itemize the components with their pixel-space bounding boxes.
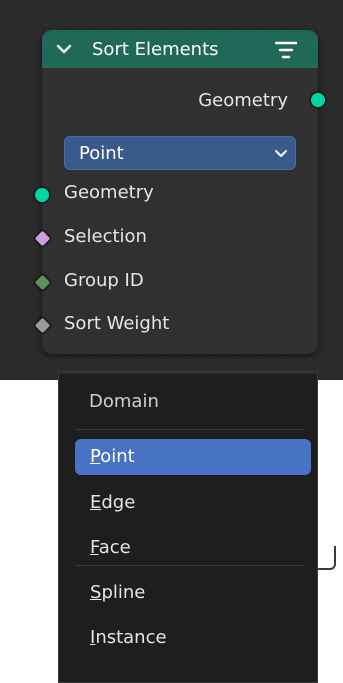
chevron-down-icon[interactable] — [56, 41, 72, 57]
node-title: Sort Elements — [92, 39, 219, 60]
input-geometry-label: Geometry — [64, 182, 154, 203]
output-geometry-label: Geometry — [198, 90, 288, 111]
output-geometry-socket[interactable] — [311, 93, 325, 107]
menu-top-line — [59, 372, 317, 374]
menu-title: Domain — [89, 391, 159, 412]
menu-item-instance[interactable]: Instance — [75, 620, 311, 656]
input-sort-weight-socket[interactable] — [34, 317, 51, 334]
input-geometry-socket[interactable] — [35, 188, 49, 202]
input-group-id-label: Group ID — [64, 270, 144, 291]
input-selection-socket[interactable] — [34, 230, 51, 247]
domain-value: Point — [79, 143, 124, 164]
input-group-id-socket[interactable] — [34, 274, 51, 291]
sort-elements-node[interactable]: Sort Elements Geometry Point Geometry Se… — [34, 30, 325, 354]
node-edge-behind-menu — [318, 546, 336, 570]
domain-dropdown-menu[interactable]: Domain Point Edge Face Spline Instance — [58, 371, 318, 683]
input-sort-weight-label: Sort Weight — [64, 313, 170, 334]
menu-separator — [75, 429, 305, 430]
filter-icon[interactable] — [275, 41, 297, 59]
menu-item-edge[interactable]: Edge — [75, 485, 311, 521]
node-editor-canvas[interactable]: Sort Elements Geometry Point Geometry Se… — [0, 0, 343, 380]
input-selection-label: Selection — [64, 226, 147, 247]
menu-item-spline[interactable]: Spline — [75, 575, 311, 611]
menu-separator — [75, 565, 305, 566]
node-header[interactable]: Sort Elements — [42, 30, 318, 68]
domain-dropdown[interactable]: Point — [64, 136, 296, 170]
chevron-down-icon — [275, 150, 287, 157]
menu-item-face[interactable]: Face — [75, 530, 311, 566]
menu-item-point[interactable]: Point — [75, 439, 311, 475]
